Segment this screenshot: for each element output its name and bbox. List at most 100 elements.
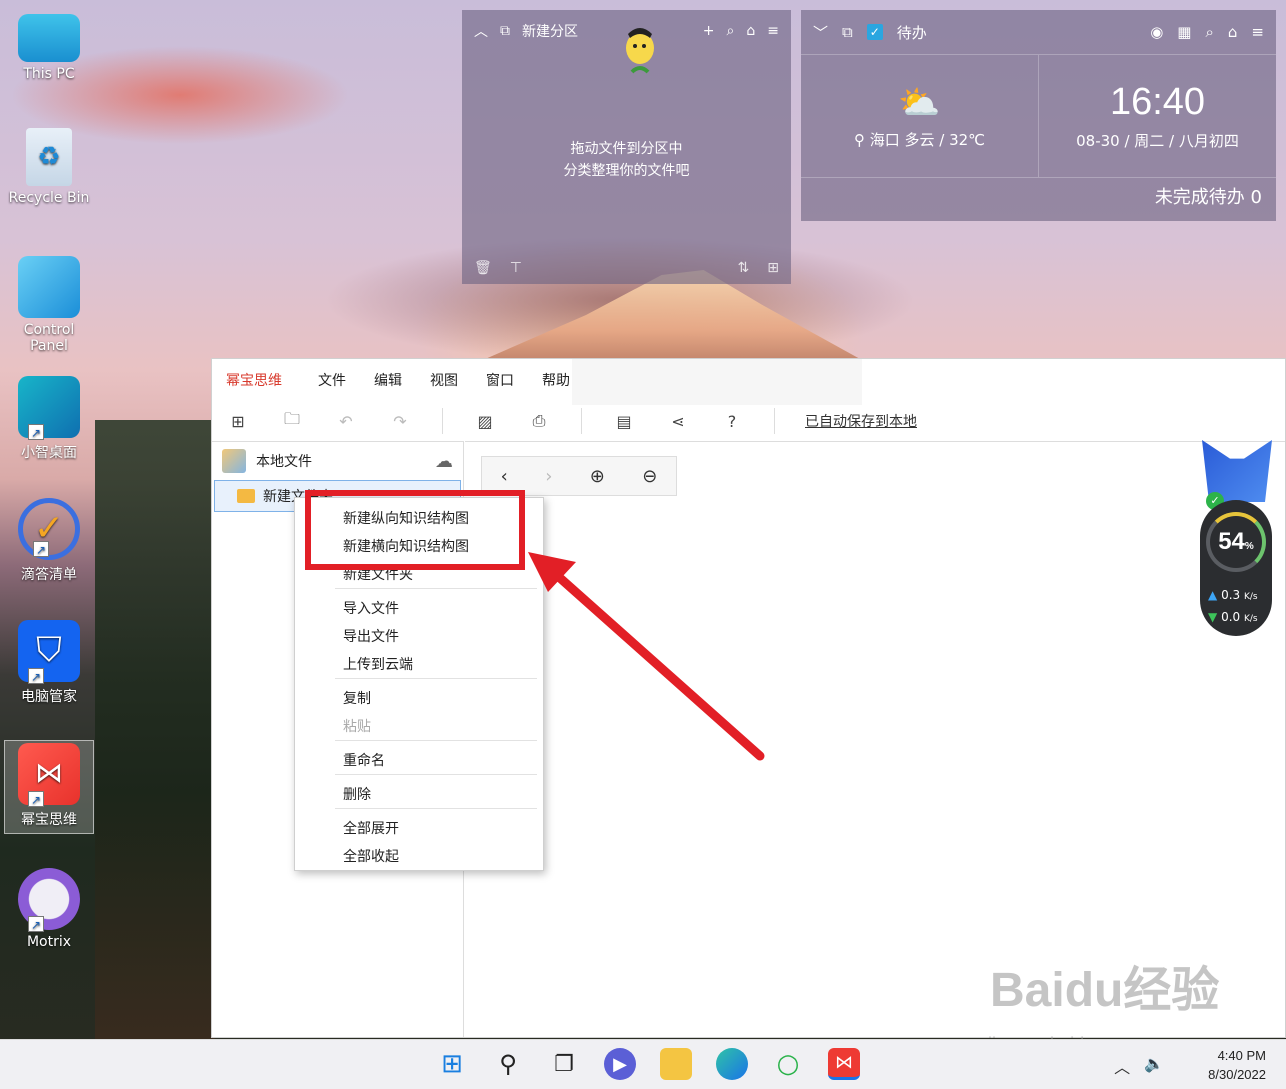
- share-icon[interactable]: ⋖: [666, 412, 690, 431]
- menu-icon[interactable]: ≡: [1251, 23, 1264, 41]
- menu-edit[interactable]: 编辑: [374, 370, 402, 390]
- task-view-icon[interactable]: ❐: [548, 1048, 580, 1080]
- search-app-icon[interactable]: ○: [772, 1048, 804, 1080]
- autosave-link[interactable]: 已自动保存到本地: [805, 411, 917, 431]
- desktop-icon-control-panel[interactable]: Control Panel: [4, 256, 94, 354]
- desktop-icon-recycle-bin[interactable]: ♻ Recycle Bin: [4, 128, 94, 206]
- menu-collapse-all[interactable]: 全部收起: [343, 846, 399, 866]
- undo-icon[interactable]: ↶: [334, 412, 358, 431]
- window-icon[interactable]: ⧉: [500, 23, 510, 39]
- zoom-in-icon[interactable]: ⊕: [590, 466, 605, 487]
- desktop-icon-this-pc[interactable]: This PC: [4, 10, 94, 82]
- download-rate: 0.0: [1221, 610, 1241, 624]
- menu-expand-all[interactable]: 全部展开: [343, 818, 399, 838]
- pin-icon[interactable]: ⊤: [510, 260, 522, 276]
- grid-view-icon[interactable]: ⊞: [767, 260, 779, 276]
- desktop-icon-label: Control Panel: [23, 322, 75, 354]
- system-clock[interactable]: 4:40 PM 8/30/2022: [1208, 1046, 1266, 1084]
- taskbar-date: 8/30/2022: [1208, 1067, 1266, 1082]
- weather-panel[interactable]: ⛅ ⚲ 海口 多云 / 32℃: [801, 55, 1038, 177]
- partition-title[interactable]: 新建分区: [522, 21, 578, 41]
- clock-time: 16:40: [1109, 81, 1206, 123]
- skin-icon[interactable]: ⌂: [746, 23, 755, 39]
- menu-upload-cloud[interactable]: 上传到云端: [343, 654, 413, 674]
- control-panel-icon: [18, 256, 80, 318]
- desktop-icon-pc-manager[interactable]: ⛉ ↗ 电脑管家: [4, 620, 94, 706]
- usage-unit: %: [1244, 541, 1254, 552]
- upload-rate: 0.3: [1221, 588, 1241, 602]
- rate-unit: K/s: [1243, 592, 1258, 602]
- mindmap-icon: ⋈ ↗: [18, 743, 80, 807]
- skin-icon[interactable]: ⌂: [1228, 23, 1238, 41]
- chat-icon[interactable]: ▶: [604, 1048, 636, 1080]
- add-icon[interactable]: +: [703, 23, 715, 39]
- speaker-icon[interactable]: 🔈: [1144, 1054, 1164, 1078]
- menu-window[interactable]: 窗口: [486, 370, 514, 390]
- mindmap-canvas[interactable]: ‹ › ⊕ ⊖: [465, 441, 1285, 1037]
- desktop-icon-label: Recycle Bin: [8, 190, 90, 206]
- download-icon: ▼: [1208, 610, 1218, 624]
- todo-widget[interactable]: ﹀ ⧉ ✓ 待办 ◉ ▦ ⌕ ⌂ ≡ ⛅ ⚲ 海口 多云 / 32℃ 16:40…: [801, 10, 1276, 221]
- calendar-icon[interactable]: ▦: [1177, 23, 1191, 41]
- menu-view[interactable]: 视图: [430, 370, 458, 390]
- local-files-label[interactable]: 本地文件: [256, 451, 312, 471]
- search-icon[interactable]: ⌕: [1205, 23, 1213, 41]
- windows-start-icon[interactable]: ⊞: [436, 1048, 468, 1080]
- trash-icon[interactable]: 🗑: [474, 260, 492, 276]
- menu-rename[interactable]: 重命名: [343, 750, 385, 770]
- folder-icon: [237, 489, 255, 503]
- upload-icon: ▲: [1208, 588, 1218, 602]
- pending-todos[interactable]: 未完成待办 0: [1155, 183, 1262, 209]
- bee-mascot-icon: [622, 16, 662, 74]
- image-icon[interactable]: ▨: [473, 412, 497, 431]
- menu-file[interactable]: 文件: [318, 370, 346, 390]
- weather-text: 海口 多云 / 32℃: [869, 130, 986, 149]
- new-file-icon[interactable]: ⊞: [226, 412, 250, 431]
- partition-hint-line2: 分类整理你的文件吧: [563, 163, 690, 179]
- search-icon[interactable]: ⚲: [492, 1048, 524, 1080]
- menu-help[interactable]: 帮助: [542, 370, 570, 390]
- menu-delete[interactable]: 删除: [343, 784, 371, 804]
- partition-widget[interactable]: ︿ ⧉ 新建分区 + ⌕ ⌂ ≡ 拖动文件到分区中 分类整理你的文件吧 🗑 ⊤ …: [462, 10, 791, 284]
- collapse-icon[interactable]: ﹀: [813, 22, 828, 43]
- menu-paste[interactable]: 粘贴: [343, 716, 371, 736]
- desktop-icon-label: 幂宝思维: [21, 812, 77, 828]
- partly-cloudy-icon: ⛅: [898, 82, 941, 123]
- desktop-icon-label: This PC: [23, 66, 75, 82]
- search-icon[interactable]: ⌕: [727, 23, 735, 39]
- cloud-upload-icon[interactable]: ☁: [435, 451, 453, 472]
- desktop-icon-motrix[interactable]: ↗ Motrix: [4, 868, 94, 950]
- chevron-up-icon[interactable]: ︿: [1114, 1054, 1130, 1078]
- blurred-region: [572, 359, 862, 405]
- user-icon[interactable]: ◉: [1150, 23, 1163, 41]
- back-icon[interactable]: ‹: [501, 466, 508, 487]
- clock-panel[interactable]: 16:40 08-30 / 周二 / 八月初四: [1038, 55, 1276, 177]
- desktop-icon-xiaozhi[interactable]: ↗ 小智桌面: [4, 376, 94, 462]
- print-icon[interactable]: ⎙: [527, 411, 551, 431]
- checkbox-icon[interactable]: ✓: [866, 24, 883, 40]
- forward-icon[interactable]: ›: [545, 466, 552, 487]
- menu-export-file[interactable]: 导出文件: [343, 626, 399, 646]
- file-explorer-icon[interactable]: [660, 1048, 692, 1080]
- desktop-icon-mibao[interactable]: ⋈ ↗ 幂宝思维: [4, 740, 94, 834]
- desktop-icon-dida[interactable]: ✓ ↗ 滴答清单: [4, 498, 94, 584]
- system-monitor-widget[interactable]: ✓ 54% ▲ 0.3 K/s ▼ 0.0 K/s: [1200, 440, 1272, 636]
- new-folder-icon[interactable]: 🗀: [280, 408, 304, 435]
- todo-title[interactable]: 待办: [897, 22, 927, 43]
- comment-icon[interactable]: ▤: [612, 412, 636, 431]
- desktop-app-icon: ↗: [18, 376, 80, 440]
- collapse-icon[interactable]: ︿: [474, 21, 488, 41]
- sort-icon[interactable]: ⇅: [738, 260, 750, 276]
- help-icon[interactable]: ?: [720, 412, 744, 431]
- zoom-out-icon[interactable]: ⊖: [642, 466, 657, 487]
- edge-browser-icon[interactable]: [716, 1048, 748, 1080]
- app-brand: 幂宝思维: [226, 373, 282, 389]
- shortcut-arrow-icon: ↗: [28, 916, 44, 932]
- taskbar[interactable]: ⊞ ⚲ ❐ ▶ ○ ⋈ ︿ 🔈 4:40 PM 8/30/2022: [0, 1039, 1286, 1089]
- mindmap-taskbar-icon[interactable]: ⋈: [828, 1048, 860, 1080]
- window-icon[interactable]: ⧉: [842, 23, 853, 41]
- menu-import-file[interactable]: 导入文件: [343, 598, 399, 618]
- redo-icon[interactable]: ↷: [388, 412, 412, 431]
- menu-icon[interactable]: ≡: [767, 23, 779, 39]
- menu-copy[interactable]: 复制: [343, 688, 371, 708]
